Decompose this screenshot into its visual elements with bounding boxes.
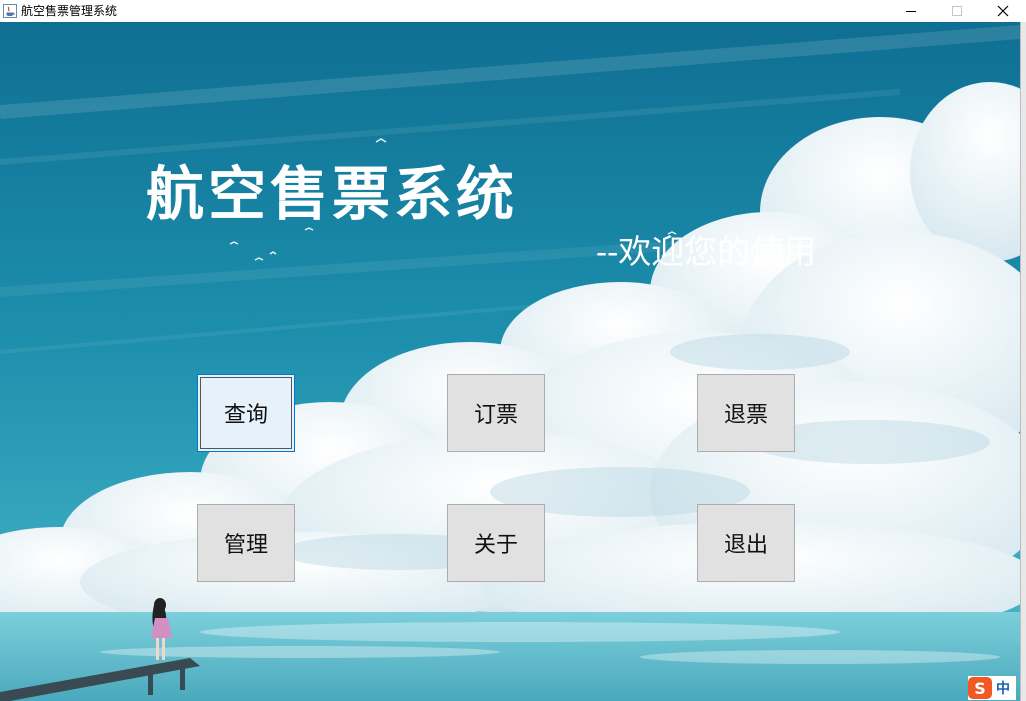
minimize-icon [906,11,916,12]
maximize-button[interactable] [934,0,980,22]
main-window: 航空售票管理系统 航空售票系统 --欢迎您的使用 查询 订票 退票 管理 关于 … [0,0,1026,701]
app-title: 航空售票系统 [146,160,519,228]
window-controls [888,0,1026,22]
title-bar: 航空售票管理系统 [0,0,1026,22]
window-title: 航空售票管理系统 [21,4,118,18]
ime-mode-label[interactable]: 中 [996,678,1010,698]
refund-ticket-button[interactable]: 退票 [697,374,795,452]
maximize-icon [952,6,962,16]
app-subtitle: --欢迎您的使用 [596,232,817,271]
book-ticket-button[interactable]: 订票 [447,374,545,452]
java-app-icon [3,4,17,18]
main-panel: 航空售票系统 --欢迎您的使用 查询 订票 退票 管理 关于 退出 [0,22,1020,701]
sogou-ime-icon[interactable]: S [968,677,992,699]
sky-background-image [0,22,1020,701]
close-icon [997,5,1009,17]
ime-toolbar[interactable]: S 中 [968,676,1016,700]
minimize-button[interactable] [888,0,934,22]
close-button[interactable] [980,0,1026,22]
about-button[interactable]: 关于 [447,504,545,582]
manage-button[interactable]: 管理 [197,504,295,582]
query-button[interactable]: 查询 [197,374,295,452]
window-right-edge [1020,22,1026,701]
exit-button[interactable]: 退出 [697,504,795,582]
